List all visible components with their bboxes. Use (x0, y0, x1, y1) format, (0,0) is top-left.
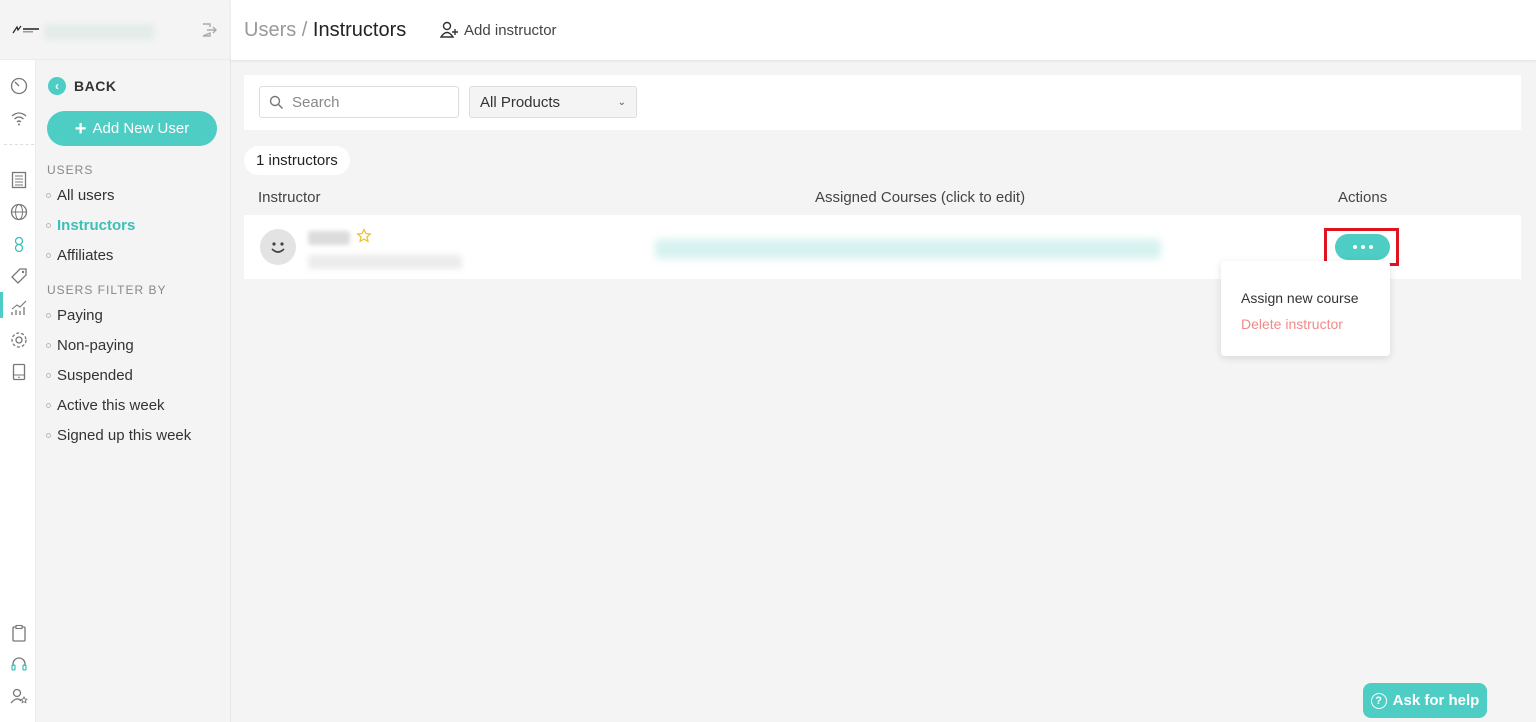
bullet-icon (46, 193, 51, 198)
dot-icon (1360, 245, 1365, 249)
search-input[interactable] (292, 93, 442, 111)
headset-icon[interactable] (9, 654, 29, 674)
bullet-icon (46, 403, 51, 408)
sidebar-item-suspended[interactable]: Suspended (46, 367, 133, 384)
wifi-icon[interactable] (9, 108, 29, 128)
products-select-value: All Products (480, 93, 561, 111)
sidebar-item-label: Active this week (57, 397, 165, 414)
filter-bar: All Products ⌄ (244, 75, 1521, 130)
assigned-courses-link[interactable] (655, 239, 1161, 259)
users-section-heading: USERS (47, 163, 94, 177)
breadcrumb: Users / Instructors (244, 19, 406, 42)
sidebar-item-label: Signed up this week (57, 427, 192, 444)
dashboard-icon[interactable] (9, 76, 29, 96)
pages-icon[interactable] (9, 170, 29, 190)
assign-new-course-item[interactable]: Assign new course (1241, 290, 1359, 306)
back-label: BACK (74, 78, 117, 94)
actions-dropdown-menu: Assign new course Delete instructor (1221, 261, 1390, 356)
mobile-icon[interactable] (9, 362, 29, 382)
add-user-icon (440, 21, 458, 38)
instructor-count-badge: 1 instructors (244, 146, 350, 175)
sidebar-item-label: Suspended (57, 367, 133, 384)
bullet-icon (46, 343, 51, 348)
bullet-icon (46, 313, 51, 318)
page-title: Instructors (312, 19, 407, 41)
sidebar-item-affiliates[interactable]: Affiliates (46, 247, 113, 264)
breadcrumb-separator: / (296, 19, 313, 41)
rail-divider (4, 144, 34, 145)
icon-rail (0, 60, 36, 722)
search-box (259, 86, 459, 118)
filter-section-heading: USERS FILTER BY (47, 283, 167, 297)
logout-icon[interactable] (200, 21, 218, 39)
column-header-instructor: Instructor (258, 189, 321, 206)
back-button[interactable]: ‹ BACK (48, 77, 116, 95)
ask-for-help-button[interactable]: ? Ask for help (1363, 683, 1487, 718)
search-icon (269, 95, 284, 109)
globe-icon[interactable] (9, 202, 29, 222)
users-icon[interactable] (9, 234, 29, 254)
add-instructor-button[interactable]: Add instructor (440, 21, 557, 39)
ask-for-help-label: Ask for help (1392, 692, 1480, 709)
sidebar-item-label: All users (57, 187, 115, 204)
clipboard-icon[interactable] (9, 623, 29, 643)
bullet-icon (46, 223, 51, 228)
school-name-blurred (44, 24, 154, 40)
actions-menu-button[interactable] (1335, 234, 1390, 260)
sidebar-item-label: Non-paying (57, 337, 134, 354)
bullet-icon (46, 253, 51, 258)
add-instructor-label: Add instructor (464, 21, 557, 39)
column-header-assigned-courses: Assigned Courses (click to edit) (815, 189, 1026, 206)
dot-icon (1352, 245, 1357, 249)
breadcrumb-parent[interactable]: Users (244, 19, 296, 41)
products-select[interactable]: All Products ⌄ (469, 86, 637, 118)
instructor-email-blurred (308, 255, 462, 269)
sidebar-item-label: Instructors (57, 217, 136, 234)
sidebar-item-signed-up-this-week[interactable]: Signed up this week (46, 427, 191, 444)
brand-area (0, 0, 231, 60)
sidebar-item-non-paying[interactable]: Non-paying (46, 337, 134, 354)
avatar (260, 229, 296, 265)
settings-icon[interactable] (9, 330, 29, 350)
column-header-actions: Actions (1338, 189, 1388, 206)
chevron-down-icon: ⌄ (617, 96, 626, 108)
add-new-user-button[interactable]: + Add New User (47, 111, 217, 146)
sidebar-item-all-users[interactable]: All users (46, 187, 115, 204)
add-new-user-label: Add New User (92, 120, 190, 137)
help-icon: ? (1370, 692, 1387, 709)
instructor-name-blurred[interactable] (308, 231, 350, 245)
page-header: Users / Instructors Add instructor (231, 0, 1536, 60)
sidebar-item-active-this-week[interactable]: Active this week (46, 397, 165, 414)
delete-instructor-item[interactable]: Delete instructor (1241, 316, 1343, 332)
user-star-icon[interactable] (9, 686, 29, 706)
rail-active-indicator (0, 292, 3, 318)
sidebar-item-label: Affiliates (57, 247, 114, 264)
sidebar-item-label: Paying (57, 307, 103, 324)
bullet-icon (46, 373, 51, 378)
brand-logo (12, 25, 42, 35)
plus-icon: + (74, 117, 87, 140)
star-icon (356, 227, 372, 244)
analytics-icon[interactable] (9, 298, 29, 318)
sidebar-item-paying[interactable]: Paying (46, 307, 103, 324)
bullet-icon (46, 433, 51, 438)
tag-icon[interactable] (9, 266, 29, 286)
users-sidebar: ‹ BACK + Add New User USERS All users In… (36, 60, 231, 722)
back-arrow-icon: ‹ (48, 77, 66, 95)
sidebar-item-instructors[interactable]: Instructors (46, 217, 135, 234)
dot-icon (1368, 245, 1373, 249)
